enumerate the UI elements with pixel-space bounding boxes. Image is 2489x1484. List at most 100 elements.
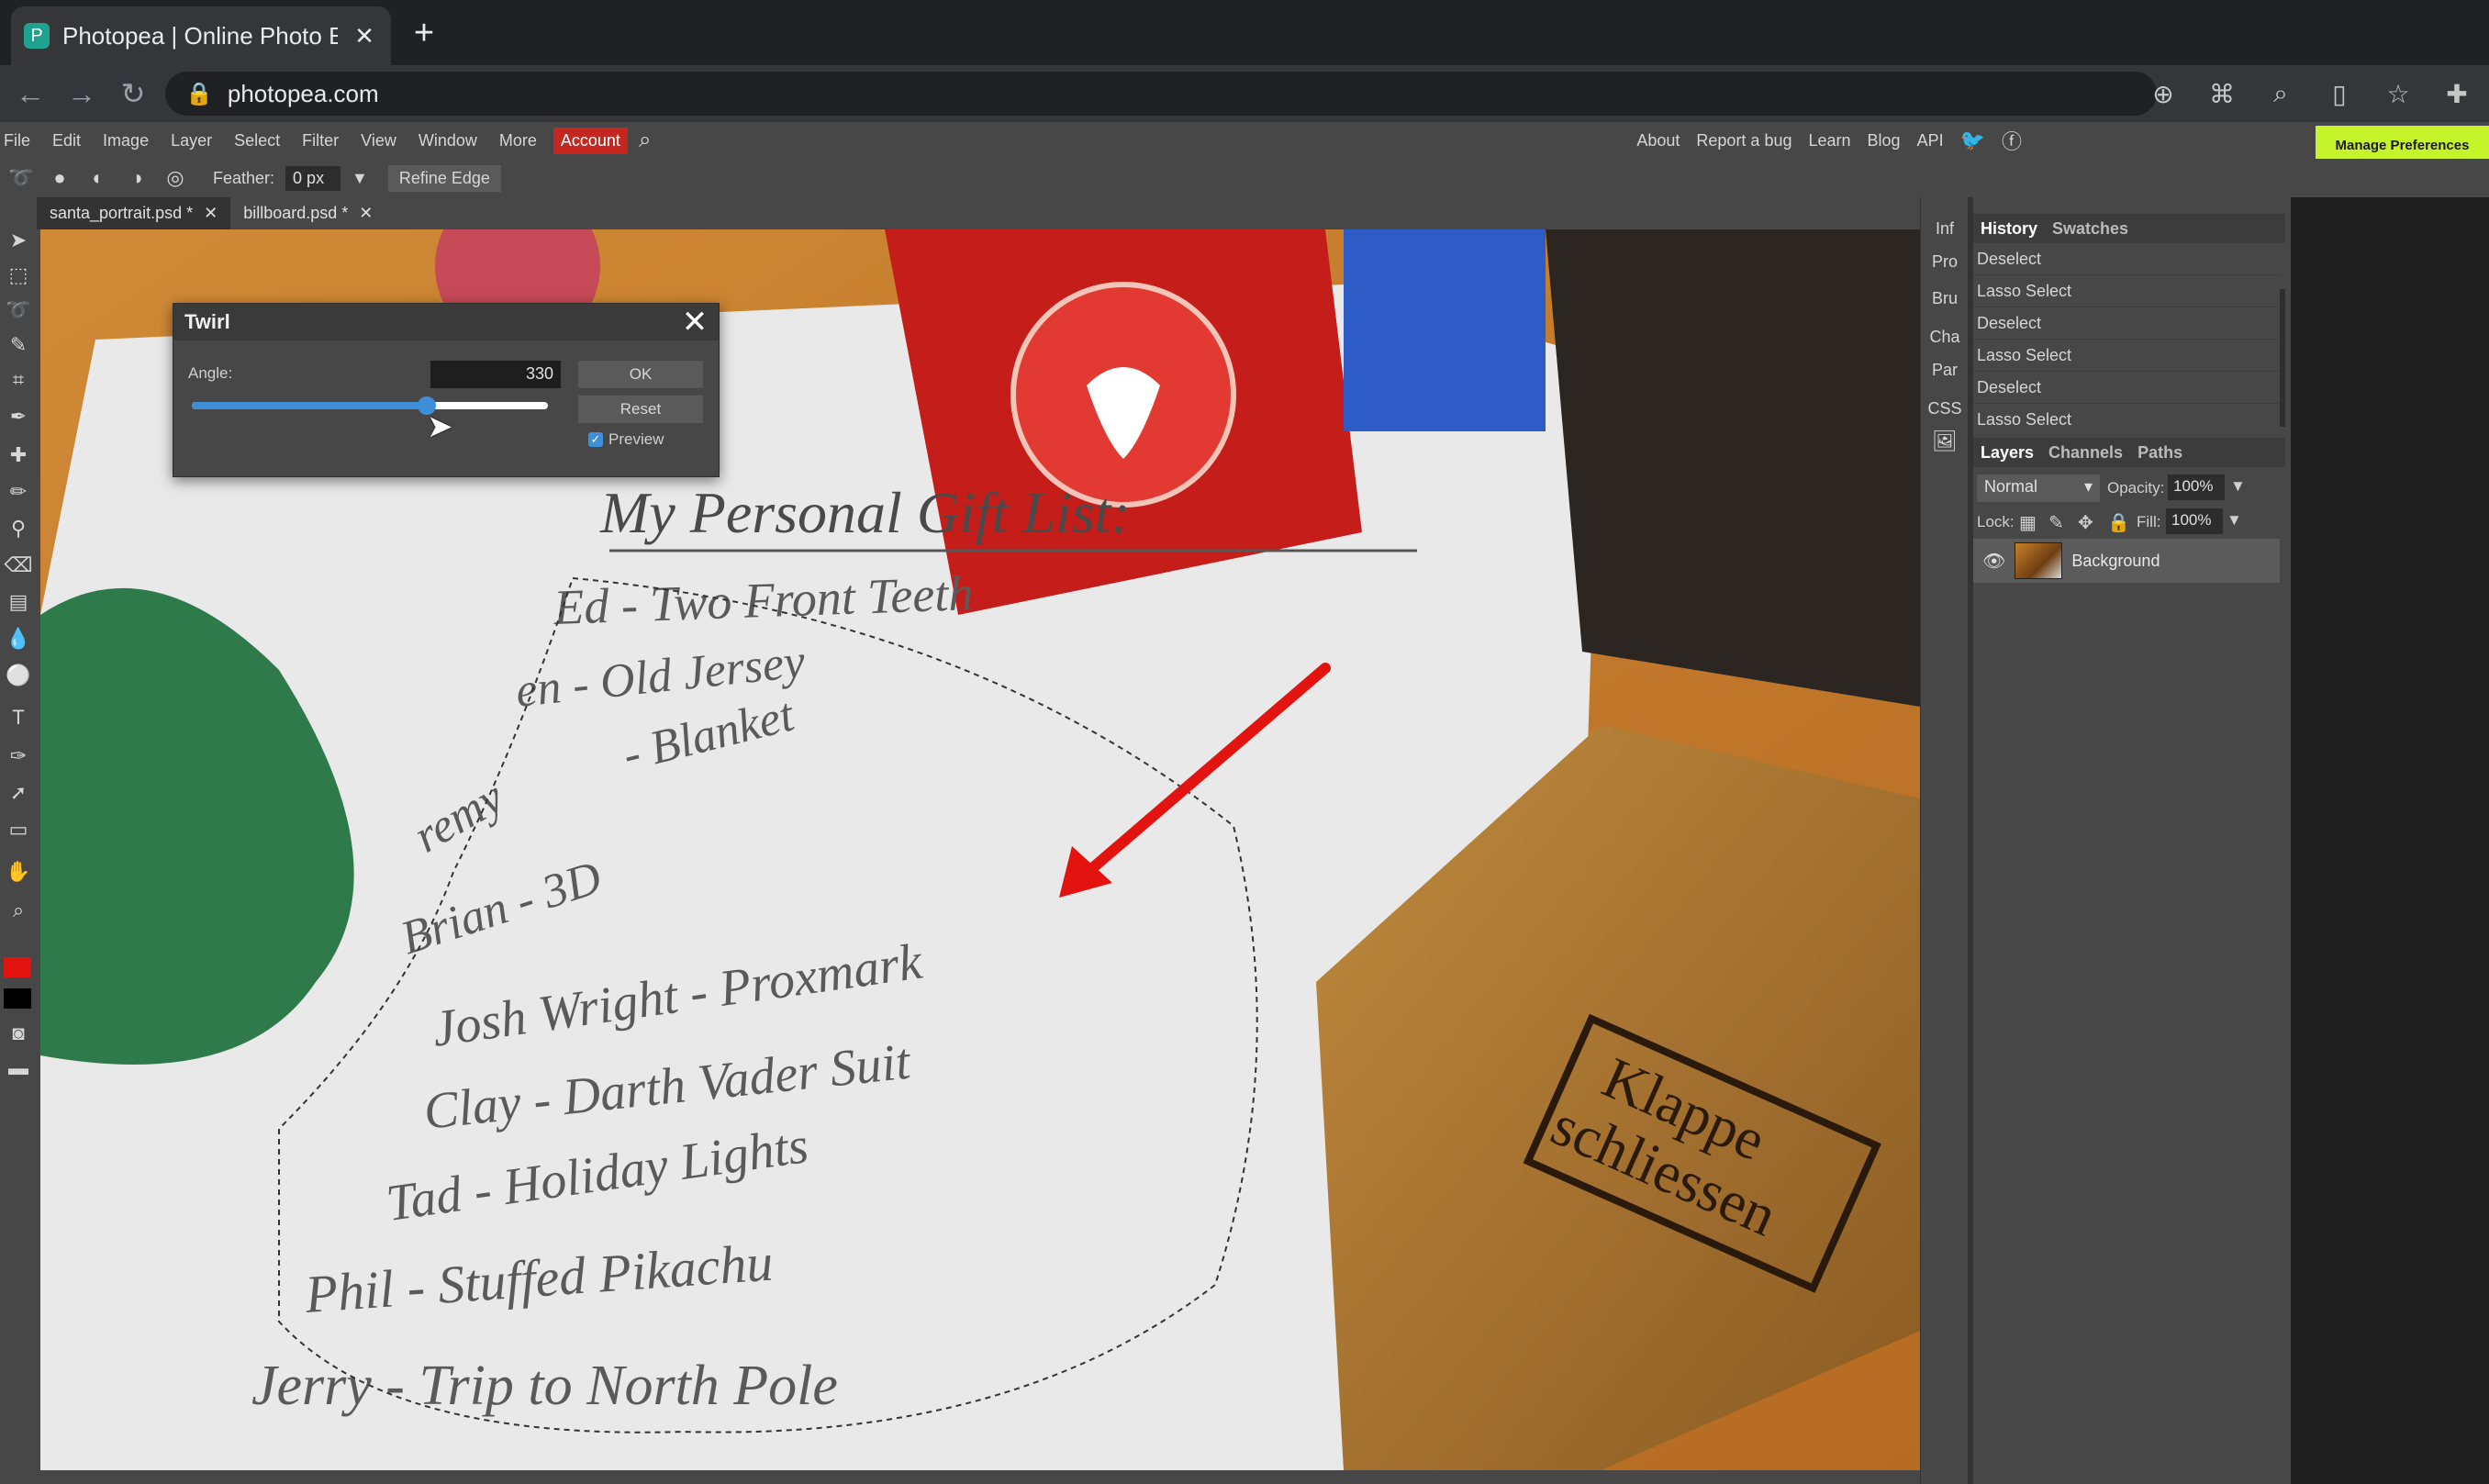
image-panel-icon[interactable]: 🖼 (1921, 425, 1969, 458)
back-icon[interactable]: ← (9, 73, 51, 115)
background-color-swatch[interactable] (4, 988, 31, 1009)
reset-button[interactable]: Reset (578, 396, 703, 423)
lock-transparent-icon[interactable]: ▦ (2019, 511, 2037, 534)
extensions-icon[interactable]: ✚ (2441, 79, 2472, 109)
quick-mask-icon[interactable]: ◙ (2, 1016, 35, 1051)
path-select-tool-icon[interactable]: ➚ (2, 775, 35, 810)
zoom-icon[interactable]: ⌕ (2265, 79, 2296, 109)
fill-dropdown-icon[interactable]: ▼ (2227, 511, 2242, 530)
brush-panel-button[interactable]: Bru (1921, 282, 1969, 315)
close-doc-icon[interactable]: ✕ (204, 204, 218, 223)
close-doc-icon[interactable]: ✕ (359, 204, 373, 223)
bookmark-star-icon[interactable]: ☆ (2383, 79, 2414, 109)
menu-select[interactable]: Select (223, 131, 291, 151)
move-tool-icon[interactable]: ➤ (2, 223, 35, 258)
zoom-tool-icon[interactable]: ⌕ (2, 893, 35, 928)
close-dialog-icon[interactable]: ✕ (678, 305, 711, 340)
close-tab-icon[interactable]: ✕ (351, 22, 378, 50)
learn-link[interactable]: Learn (1800, 131, 1858, 151)
hand-tool-icon[interactable]: ✋ (2, 854, 35, 889)
tab-channels[interactable]: Channels (2041, 443, 2130, 463)
type-tool-icon[interactable]: T (2, 700, 35, 735)
foreground-color-swatch[interactable] (4, 957, 31, 977)
tab-swatches[interactable]: Swatches (2045, 219, 2136, 239)
history-item[interactable]: Deselect (1973, 243, 2280, 275)
history-item[interactable]: Lasso Select (1973, 275, 2280, 307)
lock-paint-icon[interactable]: ✎ (2048, 511, 2064, 534)
preview-row[interactable]: ✓ Preview (588, 430, 664, 449)
lasso-tool-icon[interactable]: ➰ (7, 164, 35, 192)
gradient-tool-icon[interactable]: ▤ (2, 585, 35, 619)
crop-tool-icon[interactable]: ⌗ (2, 363, 35, 397)
blur-tool-icon[interactable]: 💧 (2, 621, 35, 656)
healing-tool-icon[interactable]: ✚ (2, 438, 35, 473)
angle-slider[interactable] (192, 396, 548, 415)
css-panel-button[interactable]: CSS (1921, 392, 1969, 425)
api-link[interactable]: API (1909, 131, 1952, 151)
blend-mode-select[interactable]: Normal ▾ (1977, 474, 2100, 502)
account-button[interactable]: Account (552, 127, 628, 154)
eyedropper-tool-icon[interactable]: ✒ (2, 399, 35, 434)
ok-button[interactable]: OK (578, 361, 703, 388)
stamp-tool-icon[interactable]: ⚲ (2, 511, 35, 546)
search-icon[interactable]: ⌕ (628, 128, 662, 153)
visibility-eye-icon[interactable]: 👁 (1982, 550, 2005, 573)
selection-subtract-icon[interactable]: ◑ (123, 164, 151, 192)
dodge-tool-icon[interactable]: ⚪ (2, 658, 35, 693)
tab-paths[interactable]: Paths (2130, 443, 2190, 463)
install-app-icon[interactable]: ⊕ (2148, 79, 2179, 109)
quick-select-tool-icon[interactable]: ✎ (2, 328, 35, 363)
menu-image[interactable]: Image (92, 131, 160, 151)
page-icon[interactable]: ▯ (2324, 79, 2355, 109)
info-panel-button[interactable]: Inf (1921, 212, 1969, 245)
selection-add-icon[interactable]: ◐ (84, 164, 112, 192)
history-scrollbar[interactable] (2280, 289, 2285, 427)
menu-view[interactable]: View (350, 131, 407, 151)
feather-dropdown-icon[interactable]: ▼ (352, 169, 368, 188)
menu-file[interactable]: File (0, 131, 41, 151)
menu-more[interactable]: More (488, 131, 548, 151)
reload-icon[interactable]: ↻ (112, 73, 154, 115)
properties-panel-button[interactable]: Pro (1921, 245, 1969, 278)
lock-all-icon[interactable]: 🔒 (2107, 511, 2130, 534)
history-item[interactable]: Deselect (1973, 372, 2280, 404)
facebook-icon[interactable]: ⓕ (1993, 126, 2030, 155)
opacity-dropdown-icon[interactable]: ▼ (2230, 477, 2246, 496)
doc-tab-santa-portrait[interactable]: santa_portrait.psd * ✕ (37, 197, 231, 229)
lasso-tool-icon[interactable]: ➰ (2, 293, 35, 328)
doc-tab-billboard[interactable]: billboard.psd * ✕ (230, 197, 385, 229)
history-item[interactable]: Lasso Select (1973, 340, 2280, 372)
pen-tool-icon[interactable]: ✑ (2, 739, 35, 774)
report-bug-link[interactable]: Report a bug (1688, 131, 1800, 151)
character-panel-button[interactable]: Cha (1921, 320, 1969, 353)
history-item[interactable]: Lasso Select (1973, 404, 2280, 436)
fill-input[interactable]: 100% (2166, 508, 2223, 534)
menu-window[interactable]: Window (407, 131, 488, 151)
layer-row[interactable]: 👁 Background (1973, 539, 2280, 583)
brush-tool-icon[interactable]: ✏ (2, 474, 35, 509)
feather-input[interactable]: 0 px (285, 165, 341, 191)
blog-link[interactable]: Blog (1859, 131, 1909, 151)
screen-mode-icon[interactable]: ▬ (2, 1051, 35, 1086)
tab-history[interactable]: History (1973, 219, 2045, 239)
angle-input[interactable]: 330 (430, 361, 561, 388)
new-tab-button[interactable]: + (406, 13, 442, 53)
translate-icon[interactable]: ⌘ (2206, 79, 2238, 109)
about-link[interactable]: About (1628, 131, 1688, 151)
opacity-input[interactable]: 100% (2168, 474, 2225, 500)
menu-edit[interactable]: Edit (41, 131, 92, 151)
refine-edge-button[interactable]: Refine Edge (387, 164, 501, 192)
paragraph-panel-button[interactable]: Par (1921, 353, 1969, 386)
selection-intersect-icon[interactable]: ◎ (162, 164, 189, 192)
eraser-tool-icon[interactable]: ⌫ (2, 548, 35, 583)
history-item[interactable]: Deselect (1973, 307, 2280, 340)
twitter-icon[interactable]: 🐦 (1952, 128, 1993, 152)
menu-layer[interactable]: Layer (160, 131, 223, 151)
forward-icon[interactable]: → (61, 73, 103, 115)
selection-new-icon[interactable]: ● (46, 164, 73, 192)
shape-tool-icon[interactable]: ▭ (2, 812, 35, 847)
tab-layers[interactable]: Layers (1973, 443, 2041, 463)
browser-tab[interactable]: P Photopea | Online Photo E ✕ (11, 6, 391, 65)
menu-filter[interactable]: Filter (291, 131, 350, 151)
preview-checkbox[interactable]: ✓ (588, 432, 603, 447)
